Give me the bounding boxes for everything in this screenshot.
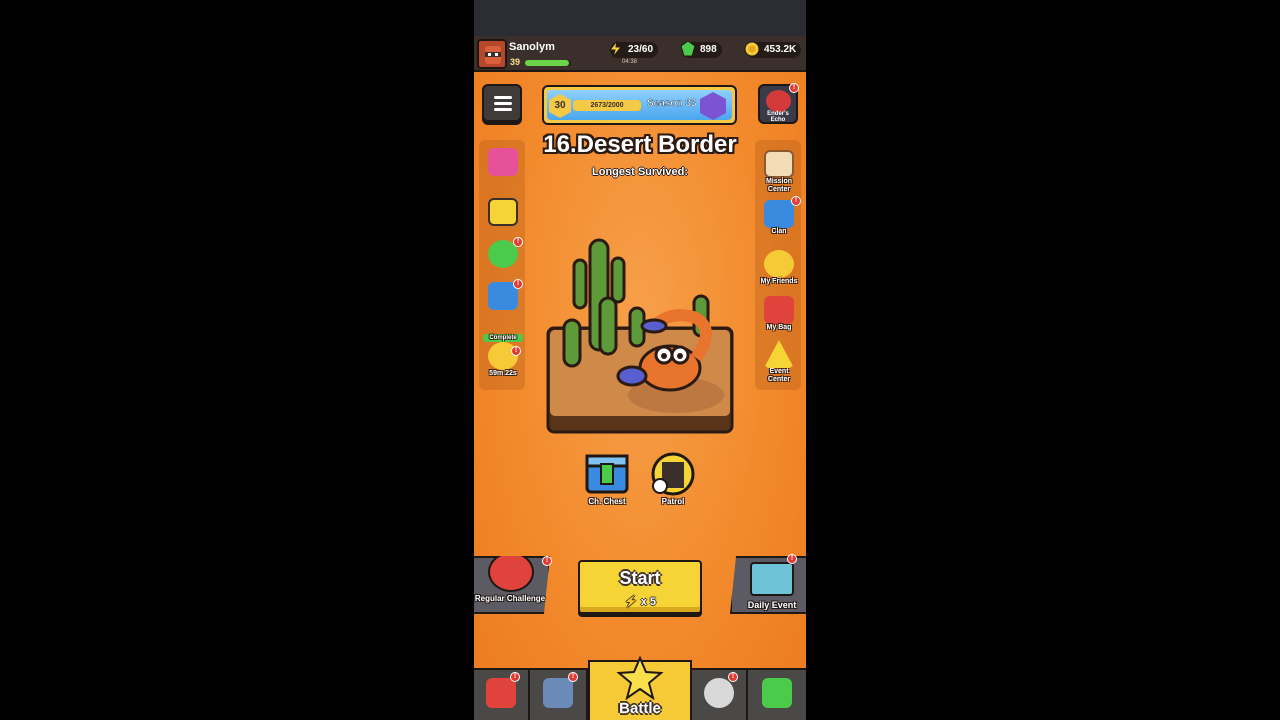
hamburger-line xyxy=(494,108,512,111)
season-pass-bar[interactable]: 30 2673/2000 Season 33 xyxy=(542,85,737,125)
chapter-chest-label: Ch. Chest xyxy=(588,497,626,506)
notification-dot: ! xyxy=(791,196,801,206)
enders-echo-label: Ender's Echo xyxy=(767,111,789,123)
season-progress-bar: 2673/2000 xyxy=(573,100,641,111)
notification-dot: ! xyxy=(728,672,738,682)
shop-stall-icon xyxy=(486,678,516,708)
game-screen: Sanolym 39 23/60 04:38 898 453.2K 30 267… xyxy=(474,0,806,720)
shop-offer-button[interactable]: ! xyxy=(483,237,523,268)
coin-value: 453.2K xyxy=(764,44,797,55)
mission-center-button[interactable]: Mission Center xyxy=(759,150,799,194)
desert-stage-illustration xyxy=(546,238,734,434)
tab-shop[interactable]: ! xyxy=(474,670,530,720)
mission-center-label: Mission Center xyxy=(765,178,793,193)
start-label: Start xyxy=(619,568,661,588)
patrol-label: Patrol xyxy=(661,497,685,506)
energy-timer: 04:38 xyxy=(622,59,638,65)
clan-button[interactable]: Clan ! xyxy=(759,196,801,236)
tab-trade[interactable] xyxy=(748,670,806,720)
right-side-menu: Mission Center Clan ! My Friends My Bag … xyxy=(755,140,801,390)
energy-value: 23/60 xyxy=(628,44,654,55)
regular-challenge-label: Regular Challenge xyxy=(474,594,546,603)
patrol-icon xyxy=(651,452,695,496)
notification-dot: ! xyxy=(787,554,797,564)
notification-dot: ! xyxy=(542,556,552,566)
skull-icon xyxy=(704,678,734,708)
menu-button[interactable] xyxy=(482,84,522,122)
start-cost-value: x 5 xyxy=(640,596,657,608)
event-center-button[interactable]: Event Center xyxy=(759,340,799,384)
season-name: Season 33 xyxy=(647,98,697,109)
backpack-icon xyxy=(764,296,794,324)
monthly-card-button[interactable] xyxy=(483,198,523,226)
hamburger-line xyxy=(494,102,512,105)
map-icon xyxy=(750,562,794,596)
green-gem-icon xyxy=(680,40,696,57)
gem-value: 898 xyxy=(700,44,717,55)
xp-bar-fill xyxy=(525,60,569,66)
cash-icon xyxy=(762,678,792,708)
house-icon xyxy=(764,200,794,228)
party-hat-icon xyxy=(764,340,794,368)
ninja-avatar-icon xyxy=(485,46,501,64)
daily-event-label: Daily Event xyxy=(747,600,797,610)
energy-counter[interactable]: 23/60 xyxy=(608,40,659,58)
my-bag-button[interactable]: My Bag xyxy=(759,296,799,332)
left-side-menu: ! ! Complete 59m 22s ! xyxy=(479,140,525,390)
boxing-glove-icon xyxy=(488,556,534,592)
event-center-label: Event Center xyxy=(767,368,791,383)
notification-dot: ! xyxy=(568,672,578,682)
battle-label: Battle xyxy=(619,700,661,717)
gift-pack-button[interactable] xyxy=(483,148,523,176)
season-badge-icon xyxy=(700,92,726,120)
mine-cart-button[interactable]: ! xyxy=(483,279,523,310)
reward-timer: 59m 22s xyxy=(489,370,517,377)
demon-face-icon xyxy=(766,90,791,112)
season-progress-text: 2673/2000 xyxy=(590,102,624,109)
friends-icon xyxy=(764,250,794,278)
m-card-icon xyxy=(488,198,518,226)
notification-dot: ! xyxy=(511,346,521,356)
star-swords-icon xyxy=(616,656,664,700)
chapter-chest-button[interactable]: Ch. Chest xyxy=(580,452,634,510)
player-level: 39 xyxy=(510,57,521,67)
start-button[interactable]: Start ⚡ x 5 xyxy=(578,560,702,614)
daily-event-button[interactable]: Daily Event xyxy=(730,556,806,614)
chest-icon xyxy=(585,454,629,494)
notification-dot: ! xyxy=(789,83,799,93)
season-pass-inner: 30 2673/2000 Season 33 xyxy=(547,90,732,120)
notification-dot: ! xyxy=(513,279,523,289)
scroll-icon xyxy=(764,150,794,178)
lightning-icon: ⚡ xyxy=(623,596,638,608)
xp-bar xyxy=(525,60,571,66)
complete-reward-button[interactable]: Complete 59m 22s ! xyxy=(483,334,523,378)
gem-counter[interactable]: 898 xyxy=(680,40,722,58)
patrol-button[interactable]: Patrol xyxy=(646,452,700,510)
status-strip xyxy=(474,0,806,36)
tab-equipment[interactable]: ! xyxy=(530,670,588,720)
lightning-icon xyxy=(608,40,623,58)
my-bag-label: My Bag xyxy=(766,324,792,331)
my-friends-label: My Friends xyxy=(760,278,798,285)
enders-echo-button[interactable]: Ender's Echo ! xyxy=(758,83,799,124)
armor-icon xyxy=(543,678,573,708)
notification-dot: ! xyxy=(513,237,523,247)
gift-box-icon xyxy=(488,148,518,176)
my-friends-button[interactable]: My Friends xyxy=(759,250,799,286)
start-cost: ⚡ x 5 xyxy=(580,595,700,608)
avatar[interactable] xyxy=(477,39,507,69)
regular-challenge-button[interactable]: Regular Challenge xyxy=(474,556,550,614)
complete-label: Complete xyxy=(483,334,523,342)
clan-label: Clan xyxy=(771,228,787,235)
top-bar: Sanolym 39 23/60 04:38 898 453.2K xyxy=(474,36,806,72)
tab-evolve[interactable]: ! xyxy=(692,670,748,720)
gold-coin-icon xyxy=(744,41,760,57)
hamburger-menu-icon xyxy=(494,96,512,99)
tab-battle[interactable]: Battle xyxy=(588,656,692,720)
season-level: 30 xyxy=(549,94,571,118)
player-name: Sanolym xyxy=(509,41,555,53)
coin-counter[interactable]: 453.2K xyxy=(744,41,802,58)
notification-dot: ! xyxy=(510,672,520,682)
